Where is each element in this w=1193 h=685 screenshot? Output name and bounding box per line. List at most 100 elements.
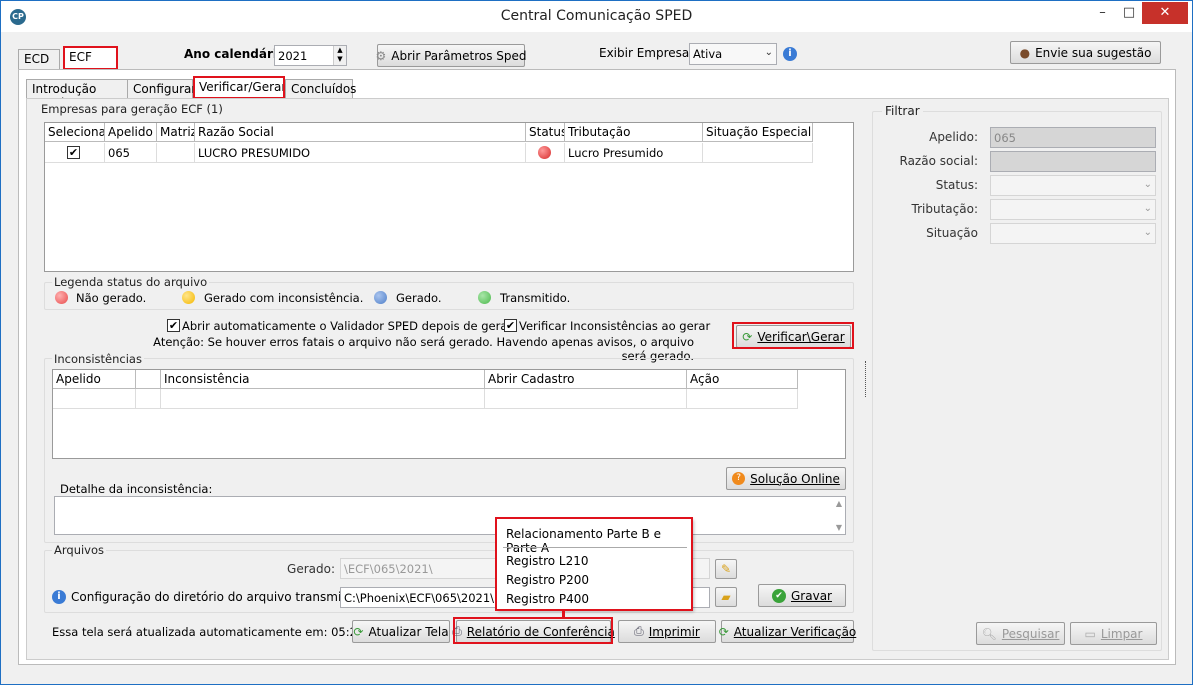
table-row[interactable] (53, 389, 136, 409)
search-icon: 🔍︎ (981, 626, 997, 641)
tab-configurar[interactable]: Configurar (127, 79, 196, 99)
status-label: Status: (935, 178, 978, 192)
inconsistencias-title: Inconsistências (52, 352, 144, 366)
info-icon[interactable]: i (52, 590, 66, 604)
splitter-handle[interactable] (865, 361, 868, 397)
legend-blue-icon (374, 291, 387, 304)
main-window: CP Central Comunicação SPED – □ ✕ ECD EC… (0, 0, 1193, 685)
refresh-icon: ⟳ (718, 624, 729, 639)
title-bar: CP Central Comunicação SPED – □ ✕ (1, 1, 1192, 32)
col-situacao-especial[interactable]: Situação Especial (703, 123, 813, 142)
highlight-verificar-button (732, 322, 854, 349)
pesquisar-button[interactable]: 🔍︎ Pesquisar (976, 622, 1065, 645)
filtrar-title: Filtrar (882, 104, 923, 118)
col-abrir-cadastro[interactable]: Abrir Cadastro (485, 370, 687, 389)
chevron-down-icon: ⌄ (764, 47, 773, 58)
table-row[interactable]: ✔ (45, 143, 105, 163)
abrir-validador-checkbox[interactable]: ✔ (167, 319, 180, 332)
cell-tributacao: Lucro Presumido (565, 143, 703, 163)
legend-gerado: Gerado. (396, 291, 442, 305)
table-cell (161, 389, 485, 409)
highlight-ecf-tab (63, 46, 118, 70)
table-cell (687, 389, 798, 409)
tab-concluidos[interactable]: Concluídos (285, 79, 356, 99)
abrir-validador-label: Abrir automaticamente o Validador SPED d… (182, 319, 515, 333)
envie-sugestao-button[interactable]: ● Envie sua sugestão (1010, 41, 1161, 64)
arquivos-title: Arquivos (52, 543, 107, 557)
folder-icon[interactable]: ▰ (715, 587, 737, 607)
gravar-button[interactable]: ✔ Gravar (758, 584, 846, 607)
printer-icon: ⎙ (634, 624, 644, 638)
apelido-filter-input[interactable]: 065 (990, 127, 1156, 148)
scroll-down-icon: ▼ (835, 523, 842, 532)
eraser-icon: ▭ (1084, 626, 1096, 641)
situacao-filter-select[interactable]: ⌄ (990, 223, 1156, 244)
status-dot-icon (538, 146, 551, 159)
highlight-relatorio-button (453, 617, 613, 644)
col-inconsistencia[interactable]: Inconsistência (161, 370, 485, 389)
highlight-verificar-tab (193, 76, 285, 99)
legend-gerado-inconsistencia: Gerado com inconsistência. (204, 291, 364, 305)
scroll-up-icon: ▲ (835, 499, 842, 508)
cell-razao-social: LUCRO PRESUMIDO (195, 143, 526, 163)
razao-social-filter-input[interactable] (990, 151, 1156, 172)
apelido-label: Apelido: (929, 130, 978, 144)
legend-red-icon (55, 291, 68, 304)
atualizar-verificacao-button[interactable]: ⟳ Atualizar Verificação (718, 620, 856, 643)
config-diretorio-label: Configuração do diretório do arquivo tra… (71, 590, 369, 604)
empresas-title: Empresas para geração ECF (1) (41, 102, 223, 116)
window-title: Central Comunicação SPED (500, 8, 693, 24)
tab-introducao-geral[interactable]: Introdução Geral (26, 79, 128, 110)
close-icon[interactable]: ✕ (1142, 2, 1188, 24)
cell-status (526, 143, 565, 163)
table-cell (485, 389, 687, 409)
col-tributacao[interactable]: Tributação (565, 123, 703, 142)
detalhe-textarea[interactable]: ▲ ▼ (54, 496, 846, 535)
ano-spinner-icon[interactable]: ▲ ▼ (333, 46, 346, 65)
abrir-parametros-button[interactable]: ⚙ Abrir Parâmetros Sped (375, 44, 527, 67)
solucao-online-button[interactable]: ? Solução Online (726, 467, 846, 490)
legend-nao-gerado: Não gerado. (76, 291, 147, 305)
status-filter-select[interactable]: ⌄ (990, 175, 1156, 196)
select-checkbox[interactable]: ✔ (67, 146, 80, 159)
atualizar-tela-button[interactable]: ⟳ Atualizar Tela (352, 620, 450, 643)
legend-transmitido: Transmitido. (500, 291, 571, 305)
col-status[interactable]: Status (526, 123, 565, 142)
exibir-select[interactable]: Ativa ⌄ (689, 43, 777, 65)
tributacao-filter-select[interactable]: ⌄ (990, 199, 1156, 220)
col-blank[interactable] (136, 370, 161, 389)
legend-yellow-icon (182, 291, 195, 304)
tab-ecd[interactable]: ECD (18, 49, 60, 69)
table-cell (136, 389, 161, 409)
legend-green-icon (478, 291, 491, 304)
minimize-icon[interactable]: – (1089, 2, 1116, 24)
col-apelido[interactable]: Apelido (53, 370, 136, 389)
cell-matriz (157, 143, 195, 163)
maximize-icon[interactable]: □ (1116, 2, 1142, 24)
col-matriz[interactable]: Matriz (157, 123, 195, 142)
gear-icon: ⚙ (375, 48, 387, 63)
highlight-connector (562, 610, 565, 618)
info-icon[interactable]: i (783, 47, 797, 61)
chevron-down-icon: ⌄ (1143, 227, 1152, 238)
col-apelido[interactable]: Apelido (105, 123, 157, 142)
chevron-down-icon: ⌄ (1143, 203, 1152, 214)
empresas-grid: Selecionar Apelido Matriz Razão Social S… (44, 122, 854, 272)
auto-update-text: Essa tela será atualizada automaticament… (52, 625, 383, 639)
col-acao[interactable]: Ação (687, 370, 798, 389)
edit-icon[interactable]: ✎ (715, 559, 737, 579)
verificar-inconsistencias-checkbox[interactable]: ✔ (504, 319, 517, 332)
tributacao-label: Tributação: (911, 202, 978, 216)
cell-situacao (703, 143, 813, 163)
col-razao-social[interactable]: Razão Social (195, 123, 526, 142)
situacao-label: Situação (926, 226, 978, 240)
imprimir-button[interactable]: ⎙ Imprimir (618, 620, 716, 643)
cell-apelido: 065 (105, 143, 157, 163)
chevron-down-icon: ⌄ (1143, 179, 1152, 190)
col-selecionar[interactable]: Selecionar (45, 123, 105, 142)
inconsistencias-grid: Apelido Inconsistência Abrir Cadastro Aç… (52, 369, 846, 459)
detalhe-label: Detalhe da inconsistência: (60, 482, 213, 496)
user-icon: ● (1019, 45, 1031, 60)
limpar-button[interactable]: ▭ Limpar (1070, 622, 1157, 645)
razao-social-label: Razão social: (899, 154, 979, 168)
